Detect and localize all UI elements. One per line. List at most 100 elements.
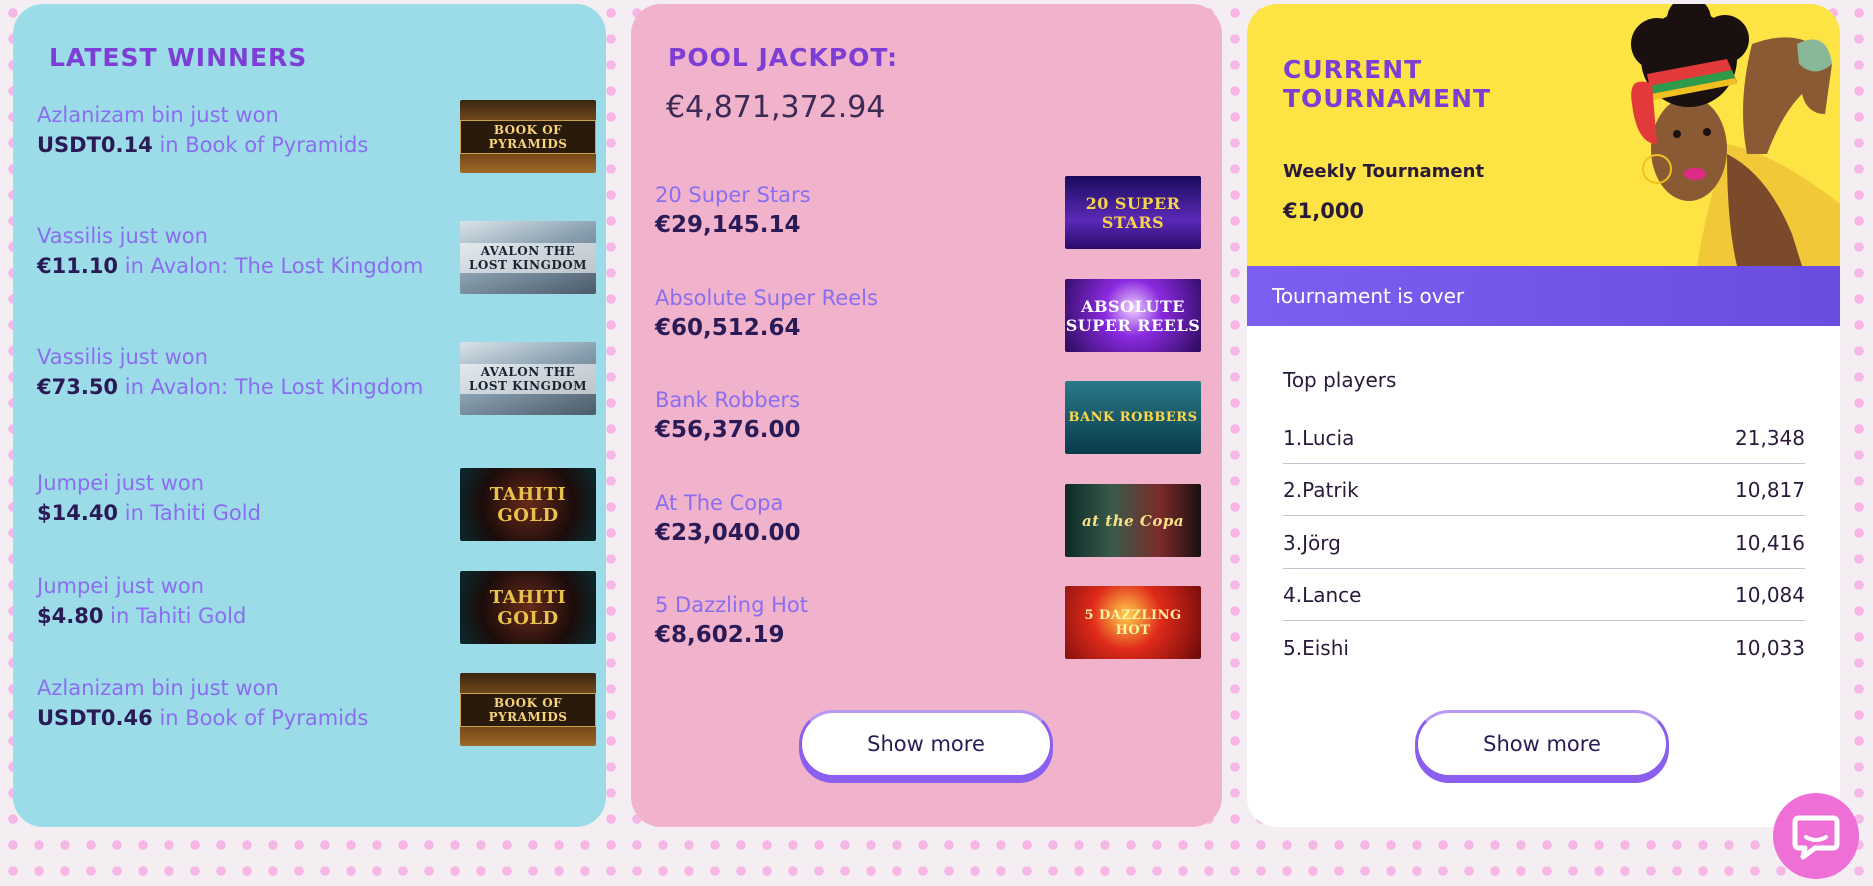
winner-amount: USDT0.46 bbox=[37, 706, 153, 730]
game-thumbnail[interactable]: TAHITI GOLD bbox=[460, 571, 596, 644]
tournament-status-bar: Tournament is over bbox=[1247, 266, 1840, 326]
tournament-show-more-button[interactable]: Show more bbox=[1415, 710, 1669, 778]
leaderboard-row: 1.Lucia 21,348 bbox=[1283, 412, 1805, 464]
thumbnail-logo-text: TAHITI GOLD bbox=[489, 586, 567, 629]
jackpot-amount: €56,376.00 bbox=[655, 417, 801, 443]
winner-amount: $14.40 bbox=[37, 501, 119, 525]
tournament-prize: €1,000 bbox=[1283, 199, 1365, 223]
winner-item[interactable]: Jumpei just won $4.80 in Tahiti Gold TAH… bbox=[37, 571, 597, 651]
winner-name: Vassilis bbox=[37, 224, 113, 248]
jackpot-amount: €60,512.64 bbox=[655, 315, 801, 341]
jackpot-total: €4,871,372.94 bbox=[666, 90, 886, 125]
thumbnail-logo-text: TAHITI GOLD bbox=[489, 483, 567, 526]
winner-item[interactable]: Azlanizam bin just won USDT0.14 in Book … bbox=[37, 100, 597, 180]
pool-jackpot-card: POOL JACKPOT: €4,871,372.94 20 Super Sta… bbox=[631, 4, 1222, 827]
winner-name: Vassilis bbox=[37, 345, 113, 369]
winner-game[interactable]: in Tahiti Gold bbox=[110, 604, 246, 628]
jackpot-game-name[interactable]: 20 Super Stars bbox=[655, 180, 811, 210]
jackpot-item[interactable]: Bank Robbers €56,376.00 BANK ROBBERS bbox=[655, 381, 1203, 459]
thumbnail-logo-text: 5 DAZZLING HOT bbox=[1084, 607, 1182, 638]
winner-just-won: just won bbox=[190, 676, 279, 700]
game-thumbnail[interactable]: ABSOLUTE SUPER REELS bbox=[1065, 279, 1201, 352]
jackpot-amount: €8,602.19 bbox=[655, 622, 785, 648]
player-score: 10,817 bbox=[1735, 478, 1805, 502]
jackpot-amount: €23,040.00 bbox=[655, 520, 801, 546]
jackpot-amount: €29,145.14 bbox=[655, 212, 801, 238]
leaderboard-row: 4.Lance 10,084 bbox=[1283, 569, 1805, 621]
winner-just-won: just won bbox=[115, 574, 205, 598]
winner-name: Azlanizam bin bbox=[37, 103, 184, 127]
winner-just-won: just won bbox=[119, 345, 208, 369]
winner-just-won: just won bbox=[190, 103, 279, 127]
current-tournament-card: CURRENT TOURNAMENT Weekly Tournament €1,… bbox=[1247, 4, 1840, 827]
player-score: 21,348 bbox=[1735, 426, 1805, 450]
game-thumbnail[interactable]: BOOK OF PYRAMIDS bbox=[460, 673, 596, 746]
chat-bubble-icon bbox=[1792, 815, 1840, 860]
jackpot-game-name[interactable]: Absolute Super Reels bbox=[655, 283, 878, 313]
player-name: 3.Jörg bbox=[1283, 531, 1341, 555]
jackpot-item[interactable]: 20 Super Stars €29,145.14 20 SUPER STARS bbox=[655, 176, 1203, 254]
game-thumbnail[interactable]: BOOK OF PYRAMIDS bbox=[460, 100, 596, 173]
winner-item[interactable]: Jumpei just won $14.40 in Tahiti Gold TA… bbox=[37, 468, 597, 548]
winner-just-won: just won bbox=[119, 224, 208, 248]
jackpot-item[interactable]: 5 Dazzling Hot €8,602.19 5 DAZZLING HOT bbox=[655, 586, 1203, 664]
latest-winners-card: LATEST WINNERS Azlanizam bin just won US… bbox=[13, 4, 606, 827]
game-thumbnail[interactable]: AVALON THE LOST KINGDOM bbox=[460, 221, 596, 294]
player-score: 10,033 bbox=[1735, 636, 1805, 660]
winner-name: Azlanizam bin bbox=[37, 676, 184, 700]
winner-game[interactable]: in Book of Pyramids bbox=[159, 133, 368, 157]
winner-text: Vassilis just won €11.10 in Avalon: The … bbox=[37, 221, 427, 281]
chat-button[interactable] bbox=[1773, 793, 1859, 879]
leaderboard-row: 3.Jörg 10,416 bbox=[1283, 517, 1805, 569]
winner-amount: $4.80 bbox=[37, 604, 104, 628]
winner-amount: €11.10 bbox=[37, 254, 119, 278]
thumbnail-logo-text: 20 SUPER STARS bbox=[1085, 193, 1181, 232]
winner-just-won: just won bbox=[115, 471, 205, 495]
jackpot-item[interactable]: At The Copa €23,040.00 at the Copa bbox=[655, 484, 1203, 562]
tournament-name: Weekly Tournament bbox=[1283, 161, 1485, 182]
current-tournament-title: CURRENT TOURNAMENT bbox=[1283, 55, 1492, 113]
winner-name: Jumpei bbox=[37, 471, 110, 495]
player-score: 10,416 bbox=[1735, 531, 1805, 555]
jackpot-game-name[interactable]: Bank Robbers bbox=[655, 385, 800, 415]
player-name: 2.Patrik bbox=[1283, 478, 1359, 502]
player-score: 10,084 bbox=[1735, 583, 1805, 607]
thumbnail-logo-text: BOOK OF PYRAMIDS bbox=[460, 692, 596, 727]
thumbnail-logo-text: BANK ROBBERS bbox=[1068, 410, 1198, 425]
winner-game[interactable]: in Tahiti Gold bbox=[125, 501, 261, 525]
game-thumbnail[interactable]: 5 DAZZLING HOT bbox=[1065, 586, 1201, 659]
winner-item[interactable]: Vassilis just won €11.10 in Avalon: The … bbox=[37, 221, 597, 301]
leaderboard-row: 2.Patrik 10,817 bbox=[1283, 464, 1805, 516]
game-thumbnail[interactable]: TAHITI GOLD bbox=[460, 468, 596, 541]
winner-game[interactable]: in Avalon: The Lost Kingdom bbox=[125, 375, 424, 399]
thumbnail-logo-text: AVALON THE LOST KINGDOM bbox=[460, 363, 596, 394]
winner-text: Jumpei just won $4.80 in Tahiti Gold bbox=[37, 571, 427, 631]
player-name: 5.Eishi bbox=[1283, 636, 1349, 660]
winner-text: Vassilis just won €73.50 in Avalon: The … bbox=[37, 342, 427, 402]
jackpot-item[interactable]: Absolute Super Reels €60,512.64 ABSOLUTE… bbox=[655, 279, 1203, 357]
winner-item[interactable]: Vassilis just won €73.50 in Avalon: The … bbox=[37, 342, 597, 422]
game-thumbnail[interactable]: at the Copa bbox=[1065, 484, 1201, 557]
winner-game[interactable]: in Book of Pyramids bbox=[159, 706, 368, 730]
game-thumbnail[interactable]: BANK ROBBERS bbox=[1065, 381, 1201, 454]
winner-text: Jumpei just won $14.40 in Tahiti Gold bbox=[37, 468, 427, 528]
tournament-header: CURRENT TOURNAMENT Weekly Tournament €1,… bbox=[1247, 4, 1840, 266]
game-thumbnail[interactable]: 20 SUPER STARS bbox=[1065, 176, 1201, 249]
leaderboard-row: 5.Eishi 10,033 bbox=[1283, 622, 1805, 674]
thumbnail-logo-text: ABSOLUTE SUPER REELS bbox=[1065, 296, 1201, 335]
latest-winners-title: LATEST WINNERS bbox=[49, 43, 308, 72]
jackpot-game-name[interactable]: At The Copa bbox=[655, 488, 783, 518]
thumbnail-logo-text: AVALON THE LOST KINGDOM bbox=[460, 242, 596, 273]
jackpot-show-more-button[interactable]: Show more bbox=[799, 710, 1053, 778]
game-thumbnail[interactable]: AVALON THE LOST KINGDOM bbox=[460, 342, 596, 415]
thumbnail-logo-text: BOOK OF PYRAMIDS bbox=[460, 119, 596, 154]
winner-game[interactable]: in Avalon: The Lost Kingdom bbox=[125, 254, 424, 278]
jackpot-game-name[interactable]: 5 Dazzling Hot bbox=[655, 590, 808, 620]
winner-item[interactable]: Azlanizam bin just won USDT0.46 in Book … bbox=[37, 673, 597, 753]
player-name: 4.Lance bbox=[1283, 583, 1362, 607]
winner-text: Azlanizam bin just won USDT0.46 in Book … bbox=[37, 673, 427, 733]
winner-amount: €73.50 bbox=[37, 375, 119, 399]
winner-text: Azlanizam bin just won USDT0.14 in Book … bbox=[37, 100, 427, 160]
winner-name: Jumpei bbox=[37, 574, 110, 598]
top-players-label: Top players bbox=[1283, 368, 1397, 392]
